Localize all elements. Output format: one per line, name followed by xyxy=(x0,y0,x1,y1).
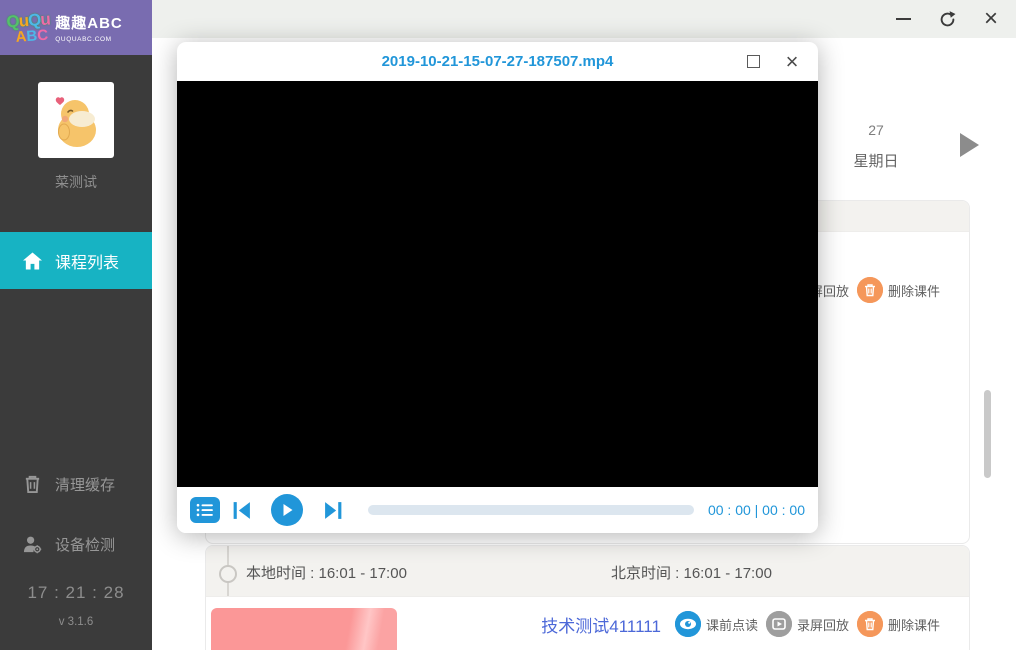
app-logo: QuQu ABC 趣趣ABC QUQUABC.COM xyxy=(0,0,152,55)
maximize-icon xyxy=(747,55,760,68)
sidebar-item-clear-cache[interactable]: 清理缓存 xyxy=(0,464,152,504)
close-icon: × xyxy=(984,7,998,31)
refresh-button[interactable] xyxy=(932,4,962,34)
sidebar-item-course-list[interactable]: 课程列表 xyxy=(0,232,152,289)
video-player-modal: 2019-10-21-15-07-27-187507.mp4 × xyxy=(177,42,818,533)
screen-replay-label: 录屏回放 xyxy=(797,615,849,634)
person-gear-icon xyxy=(23,535,42,554)
time-display: 00 : 00 | 00 : 00 xyxy=(708,502,805,518)
play-button[interactable] xyxy=(271,494,303,526)
trash-icon xyxy=(857,277,883,303)
maximize-button[interactable] xyxy=(742,51,764,73)
previous-icon xyxy=(231,500,252,521)
next-icon xyxy=(323,500,344,521)
course-card: 本地时间 : 16:01 - 17:00 北京时间 : 16:01 - 17:0… xyxy=(205,545,970,650)
sidebar: QuQu ABC 趣趣ABC QUQUABC.COM 菜测试 xyxy=(0,0,152,650)
minimize-button[interactable] xyxy=(888,4,918,34)
expand-arrow-icon[interactable] xyxy=(960,133,979,157)
preview-button[interactable]: 课前点读 xyxy=(675,611,758,637)
app-version: v 3.1.6 xyxy=(0,616,152,628)
duck-avatar-icon xyxy=(44,88,108,152)
course-card-time-header: 本地时间 : 16:01 - 17:00 北京时间 : 16:01 - 17:0… xyxy=(206,546,969,597)
brand-domain: QUQUABC.COM xyxy=(55,36,123,43)
delete-courseware-button[interactable]: 删除课件 xyxy=(857,611,940,637)
preview-label: 课前点读 xyxy=(706,615,758,634)
trash-icon xyxy=(857,611,883,637)
course-title: 技术测试411111 xyxy=(541,612,661,637)
username: 菜测试 xyxy=(0,172,152,192)
sidebar-item-label: 课程列表 xyxy=(55,249,119,273)
close-window-button[interactable]: × xyxy=(976,4,1006,34)
trash-icon xyxy=(23,474,42,494)
app-window: × 27 星期日 课前点读 xyxy=(0,0,1016,650)
timeline-dot-icon xyxy=(219,565,237,583)
delete-courseware-label: 删除课件 xyxy=(888,615,940,634)
playlist-button[interactable] xyxy=(190,497,220,523)
player-controls: 00 : 00 | 00 : 00 xyxy=(177,487,818,533)
course-cover-image xyxy=(211,608,397,650)
date-day: 27 xyxy=(845,122,907,138)
sidebar-clock: 17 : 21 : 28 xyxy=(0,583,152,603)
sidebar-item-device-check[interactable]: 设备检测 xyxy=(0,524,152,564)
video-display[interactable] xyxy=(177,81,818,487)
window-controls: × xyxy=(888,0,1006,38)
eye-icon xyxy=(675,611,701,637)
close-icon: × xyxy=(786,51,799,73)
screen-play-icon xyxy=(766,611,792,637)
play-icon xyxy=(280,503,294,517)
sidebar-item-label: 设备检测 xyxy=(55,534,115,555)
video-filename: 2019-10-21-15-07-27-187507.mp4 xyxy=(382,53,614,70)
modal-controls: × xyxy=(742,42,803,81)
minimize-icon xyxy=(896,18,911,20)
course-action-row: 技术测试411111 课前点读 xyxy=(541,610,940,638)
home-icon xyxy=(23,252,42,270)
brand-logo-icon: QuQu ABC xyxy=(6,10,51,45)
delete-courseware-button[interactable]: 删除课件 xyxy=(857,277,940,303)
brand-name: 趣趣ABC xyxy=(55,12,123,33)
date-weekday: 星期日 xyxy=(845,150,907,171)
next-button[interactable] xyxy=(323,500,344,521)
modal-header: 2019-10-21-15-07-27-187507.mp4 × xyxy=(177,42,818,81)
delete-courseware-label: 删除课件 xyxy=(888,281,940,300)
playlist-icon xyxy=(196,503,214,517)
close-modal-button[interactable]: × xyxy=(781,51,803,73)
local-time-label: 本地时间 : 16:01 - 17:00 xyxy=(246,562,407,583)
scrollbar-thumb[interactable] xyxy=(984,390,991,478)
previous-button[interactable] xyxy=(231,500,252,521)
window-titlebar: × xyxy=(0,0,1016,38)
avatar xyxy=(38,82,114,158)
refresh-icon xyxy=(938,10,957,29)
sidebar-item-label: 清理缓存 xyxy=(55,474,115,495)
progress-bar[interactable] xyxy=(368,505,694,515)
beijing-time-label: 北京时间 : 16:01 - 17:00 xyxy=(611,562,772,583)
screen-replay-button[interactable]: 录屏回放 xyxy=(766,611,849,637)
